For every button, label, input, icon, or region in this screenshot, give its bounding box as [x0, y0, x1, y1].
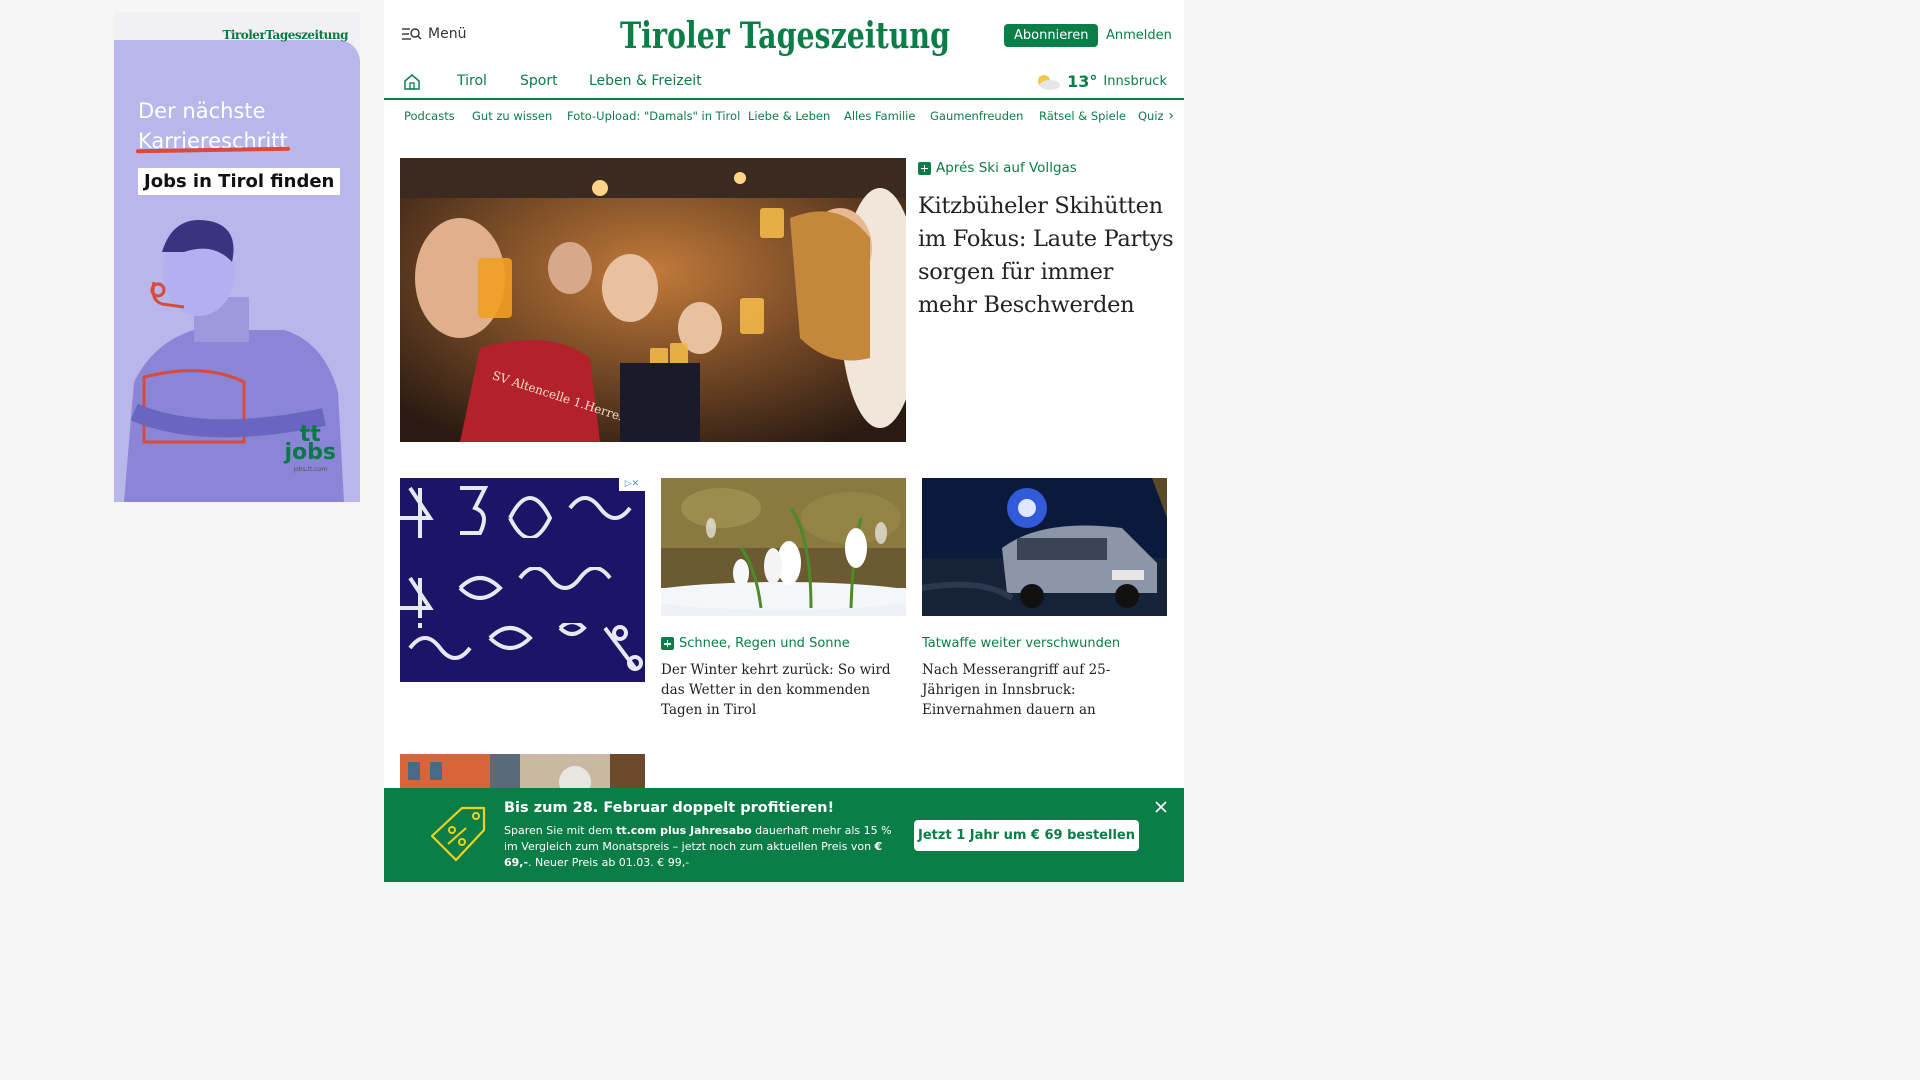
weather-city: Innsbruck — [1103, 74, 1167, 89]
site-logo-text: Tiroler Tageszeitung — [620, 15, 950, 57]
partly-cloudy-icon — [1038, 74, 1061, 90]
chevron-right-icon[interactable]: › — [1168, 108, 1174, 124]
side-advertisement[interactable]: TirolerTageszeitung Der nächste Karriere… — [114, 12, 360, 502]
promo-text: Sparen Sie mit dem tt.com plus Jahresabo… — [504, 823, 899, 871]
plus-premium-icon — [661, 637, 674, 650]
adchoices-icon[interactable]: ▷✕ — [619, 478, 645, 491]
page: TirolerTageszeitung Der nächste Karriere… — [0, 0, 1568, 882]
ad-glitch-pattern — [400, 478, 645, 682]
card-image-police[interactable] — [922, 478, 1167, 616]
ad-tt-jobs-logo: tt jobs jobs.tt.com — [284, 424, 337, 474]
ad-brand-logo: TirolerTageszeitung — [222, 28, 348, 42]
main-content: Menü Tiroler Tageszeitung Abonnieren Anm… — [384, 0, 1184, 882]
ad-cta[interactable]: Jobs in Tirol finden — [138, 168, 341, 195]
card-title-weather[interactable]: Der Winter kehrt zurück: So wird das Wet… — [661, 660, 906, 720]
menu-button[interactable]: Menü — [402, 26, 466, 42]
promo-banner: Bis zum 28. Februar doppelt profitieren!… — [384, 788, 1184, 882]
card-kicker-police: Tatwaffe weiter verschwunden — [922, 636, 1120, 651]
card-image-snowdrops[interactable] — [661, 478, 906, 616]
plus-premium-icon — [918, 161, 931, 175]
card-kicker-label: Tatwaffe weiter verschwunden — [922, 636, 1121, 651]
hero-kicker-label: Aprés Ski auf Vollgas — [936, 160, 1077, 176]
top-bar: Menü Tiroler Tageszeitung Abonnieren Anm… — [384, 0, 1184, 70]
weather-temperature: 13° — [1067, 72, 1098, 91]
subnav-item-gut-zu-wissen[interactable]: Gut zu wissen — [472, 109, 552, 123]
promo-order-button[interactable]: Jetzt 1 Jahr um € 69 bestellen — [914, 820, 1139, 851]
main-nav: Tirol Sport Leben & Freizeit 13° Innsbru… — [384, 70, 1184, 100]
subnav-item-raetsel-spiele[interactable]: Rätsel & Spiele — [1039, 109, 1126, 123]
ad-headline-line1: Der nächste — [138, 99, 266, 123]
subnav-item-foto-upload[interactable]: Foto-Upload: "Damals" in Tirol — [567, 109, 740, 123]
nav-item-leben-freizeit[interactable]: Leben & Freizeit — [589, 73, 702, 89]
weather-widget[interactable]: 13° Innsbruck — [1035, 72, 1167, 91]
menu-label: Menü — [428, 26, 467, 42]
subscribe-button[interactable]: Abonnieren — [1004, 24, 1099, 47]
ad-logo-url: jobs.tt.com — [293, 466, 328, 473]
sub-nav: Podcasts Gut zu wissen Foto-Upload: "Dam… — [384, 104, 1184, 128]
hero-title[interactable]: Kitzbüheler Skihütten im Fokus: Laute Pa… — [918, 190, 1174, 322]
home-icon[interactable] — [402, 72, 422, 92]
subnav-item-gaumenfreuden[interactable]: Gaumenfreuden — [930, 109, 1023, 123]
hero-kicker: Aprés Ski auf Vollgas — [918, 160, 1077, 176]
promo-text-product: tt.com plus Jahresabo — [616, 824, 752, 837]
menu-search-icon — [402, 28, 422, 40]
site-logo[interactable]: Tiroler Tageszeitung — [620, 10, 950, 62]
promo-text-a: Sparen Sie mit dem — [504, 824, 617, 837]
ad-logo-bottom: jobs — [284, 440, 337, 465]
inline-advertisement[interactable]: ▷✕ — [400, 478, 645, 682]
promo-title: Bis zum 28. Februar doppelt profitieren! — [504, 800, 835, 816]
card-title-police[interactable]: Nach Messerangriff auf 25-Jährigen in In… — [922, 660, 1167, 720]
hero-image[interactable]: SV Altencelle 1.Herren — [400, 158, 906, 442]
login-link[interactable]: Anmelden — [1106, 28, 1172, 43]
nav-item-tirol[interactable]: Tirol — [457, 73, 487, 89]
card-kicker-label: Schnee, Regen und Sonne — [679, 636, 850, 651]
card-kicker-weather: Schnee, Regen und Sonne — [661, 636, 850, 651]
subnav-item-liebe-leben[interactable]: Liebe & Leben — [748, 109, 830, 123]
subnav-item-alles-familie[interactable]: Alles Familie — [844, 109, 915, 123]
nav-item-sport[interactable]: Sport — [520, 73, 558, 89]
subnav-item-quiz[interactable]: Quiz — [1138, 109, 1164, 123]
promo-text-e: . Neuer Preis ab 01.03. € 99,- — [528, 856, 690, 869]
close-icon[interactable] — [1154, 800, 1168, 814]
percent-tag-icon — [430, 806, 486, 862]
subnav-item-podcasts[interactable]: Podcasts — [404, 109, 455, 123]
